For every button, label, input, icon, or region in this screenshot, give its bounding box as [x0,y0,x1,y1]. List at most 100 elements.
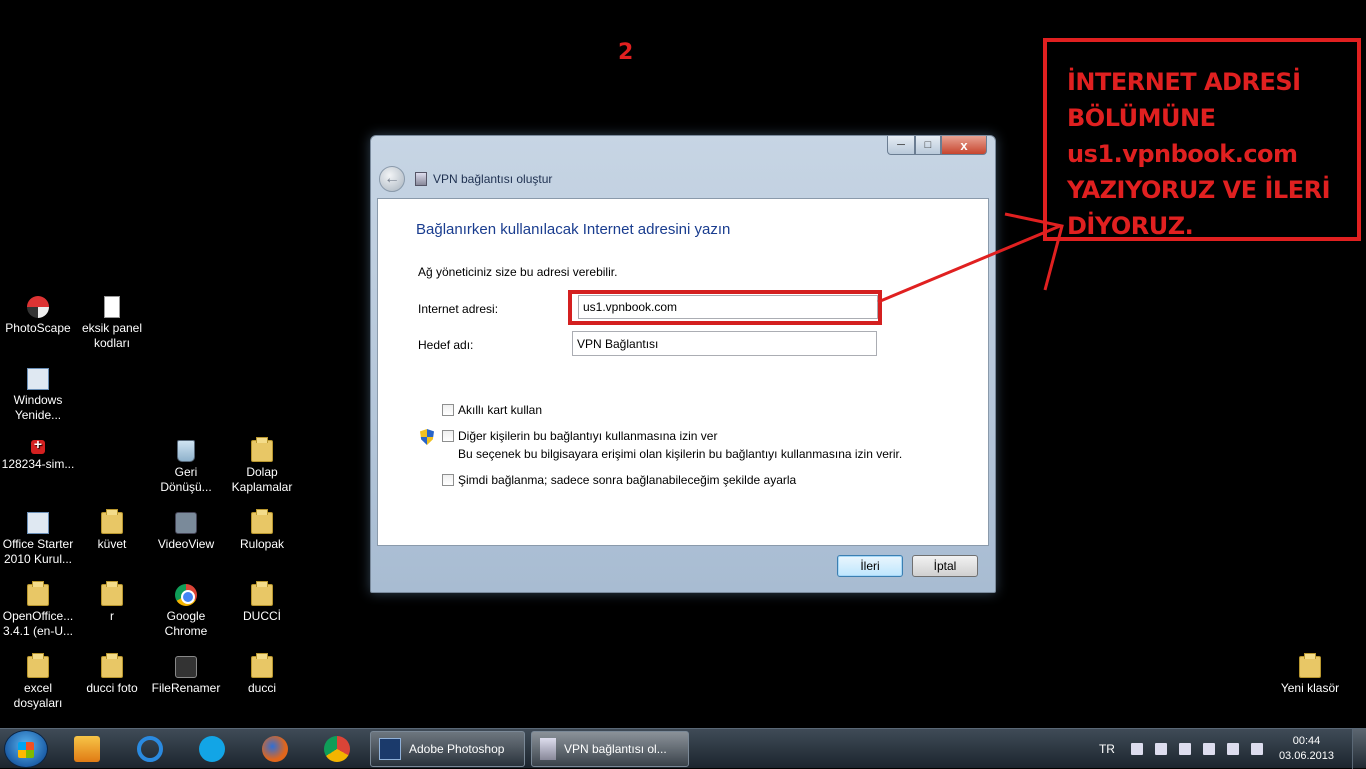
close-button[interactable]: x [941,136,987,155]
window-controls: ─ □ x [887,136,987,155]
desktop-icon-label: excel dosyaları [13,681,63,710]
allow-others-label: Diğer kişilerin bu bağlantıyı kullanması… [458,429,718,443]
desktop-icon-ducci[interactable]: ducci [224,653,300,696]
back-arrow-icon[interactable]: ← [379,166,405,192]
vpn-wizard-dialog: ─ □ x ← VPN bağlantısı oluştur Bağlanırk… [370,135,996,593]
cancel-button[interactable]: İptal [912,555,978,577]
show-desktop-button[interactable] [1352,729,1366,769]
desktop-icon-label: Geri Dönüşü... [160,465,212,494]
desktop-icon-label: Yeni klasör [1280,681,1340,695]
media-player-icon [74,736,100,762]
destination-name-input[interactable] [572,331,877,356]
windows-program-icon [27,368,49,390]
taskbar-skype[interactable] [187,732,237,766]
desktop-icon-label: 128234-sim... [1,457,75,471]
folder-icon [101,509,123,534]
photoshop-icon [379,738,401,760]
task-label: Adobe Photoshop [409,742,505,756]
warning-icon[interactable] [1226,743,1239,755]
folder-icon [27,581,49,606]
instruction-text: İNTERNET ADRESİ BÖLÜMÜNE us1.vpnbook.com… [1067,68,1331,240]
desktop-icon-label: DUCCİ [243,609,281,623]
taskbar-task-photoshop[interactable]: Adobe Photoshop [370,731,525,767]
allow-others-option[interactable]: Diğer kişilerin bu bağlantıyı kullanması… [442,429,717,443]
photoscape-icon [27,296,49,318]
desktop-icon-label: VideoView [157,537,215,551]
red-cross-icon [31,437,45,454]
minimize-button[interactable]: ─ [887,136,915,155]
connect-later-option[interactable]: Şimdi bağlanma; sadece sonra bağlanabile… [442,473,796,487]
taskbar-firefox[interactable] [250,732,300,766]
dialog-title: VPN bağlantısı oluştur [433,172,553,186]
maximize-button[interactable]: □ [915,136,941,155]
folder-icon [101,581,123,606]
destination-name-label: Hedef adı: [418,338,474,352]
desktop-icon-ducci-caps[interactable]: DUCCİ [224,581,300,624]
instruction-callout: İNTERNET ADRESİ BÖLÜMÜNE us1.vpnbook.com… [1043,38,1361,241]
volume-icon[interactable] [1250,743,1263,755]
desktop-icon-128234[interactable]: 128234-sim... [0,437,76,472]
desktop-icon-recycle-bin[interactable]: Geri Dönüşü... [148,440,224,495]
video-app-icon [175,512,197,534]
system-tray: TR 00:44 03.06.2013 [1099,729,1334,769]
desktop-icon-label: Office Starter 2010 Kurul... [2,537,74,566]
desktop-icon-label: küvet [97,537,127,551]
recycle-bin-icon [177,440,195,462]
battery-icon[interactable] [1178,743,1191,755]
text-document-icon [104,296,120,318]
folder-icon [251,509,273,534]
desktop-icon-rulopak[interactable]: Rulopak [224,509,300,552]
desktop-icon-google-chrome[interactable]: Google Chrome [148,584,224,639]
office-installer-icon [27,512,49,534]
connect-later-checkbox[interactable] [442,474,454,486]
desktop-icon-windows[interactable]: Windows Yenide... [0,368,76,423]
folder-icon [251,581,273,606]
clock[interactable]: 00:44 03.06.2013 [1279,734,1334,764]
desktop-icon-photoscape[interactable]: PhotoScape [0,296,76,336]
desktop-icon-kuvet[interactable]: küvet [74,509,150,552]
smart-card-checkbox[interactable] [442,404,454,416]
taskbar: Adobe Photoshop VPN bağlantısı ol... TR … [0,728,1366,769]
desktop-icon-yeni-klasor[interactable]: Yeni klasör [1272,653,1348,696]
desktop-icon-openoffice[interactable]: OpenOffice... 3.4.1 (en-U... [0,581,76,639]
file-renamer-icon [175,656,197,678]
smart-card-option[interactable]: Akıllı kart kullan [442,403,542,417]
desktop-icon-office[interactable]: Office Starter 2010 Kurul... [0,512,76,567]
desktop-icon-label: eksik panel kodları [81,321,143,350]
firefox-icon [262,736,288,762]
desktop-icon-filerenamer[interactable]: FileRenamer [148,656,224,696]
desktop-icon-excel[interactable]: excel dosyaları [0,653,76,711]
smart-card-label: Akıllı kart kullan [458,403,543,417]
allow-others-description: Bu seçenek bu bilgisayara erişimi olan k… [458,447,903,461]
folder-icon [1299,653,1321,678]
desktop-icon-eksik-panel[interactable]: eksik panel kodları [74,296,150,351]
allow-others-checkbox[interactable] [442,430,454,442]
taskbar-chrome[interactable] [312,732,362,766]
desktop-icon-label: Windows Yenide... [13,393,63,422]
desktop-icon-label: OpenOffice... 3.4.1 (en-U... [2,609,74,638]
action-center-flag-icon[interactable] [1154,743,1167,755]
uac-shield-icon [420,429,434,445]
next-button[interactable]: İleri [837,555,903,577]
show-hidden-icons-icon[interactable] [1130,743,1143,755]
main-instruction: Bağlanırken kullanılacak Internet adresi… [416,221,731,238]
desktop-icon-dolap[interactable]: Dolap Kaplamalar [224,437,300,495]
chrome-icon [175,584,197,606]
folder-icon [101,653,123,678]
instruction-subtext: Ağ yöneticiniz size bu adresi verebilir. [418,265,618,279]
desktop-icon-label: ducci foto [86,681,138,695]
network-signal-icon[interactable] [1202,743,1215,755]
desktop-icon-ducci-foto[interactable]: ducci foto [74,653,150,696]
language-indicator[interactable]: TR [1099,742,1115,756]
taskbar-task-vpn[interactable]: VPN bağlantısı ol... [531,731,689,767]
taskbar-media-player[interactable] [62,732,112,766]
vpn-network-icon [415,172,427,186]
wizard-content: Bağlanırken kullanılacak Internet adresi… [377,198,989,546]
start-button[interactable] [4,730,48,768]
desktop-icon-label: Google Chrome [164,609,208,638]
desktop-icon-videoview[interactable]: VideoView [148,512,224,552]
taskbar-internet-explorer[interactable] [125,732,175,766]
folder-icon [251,653,273,678]
desktop-icon-r[interactable]: r [74,581,150,624]
chrome-icon [324,736,350,762]
